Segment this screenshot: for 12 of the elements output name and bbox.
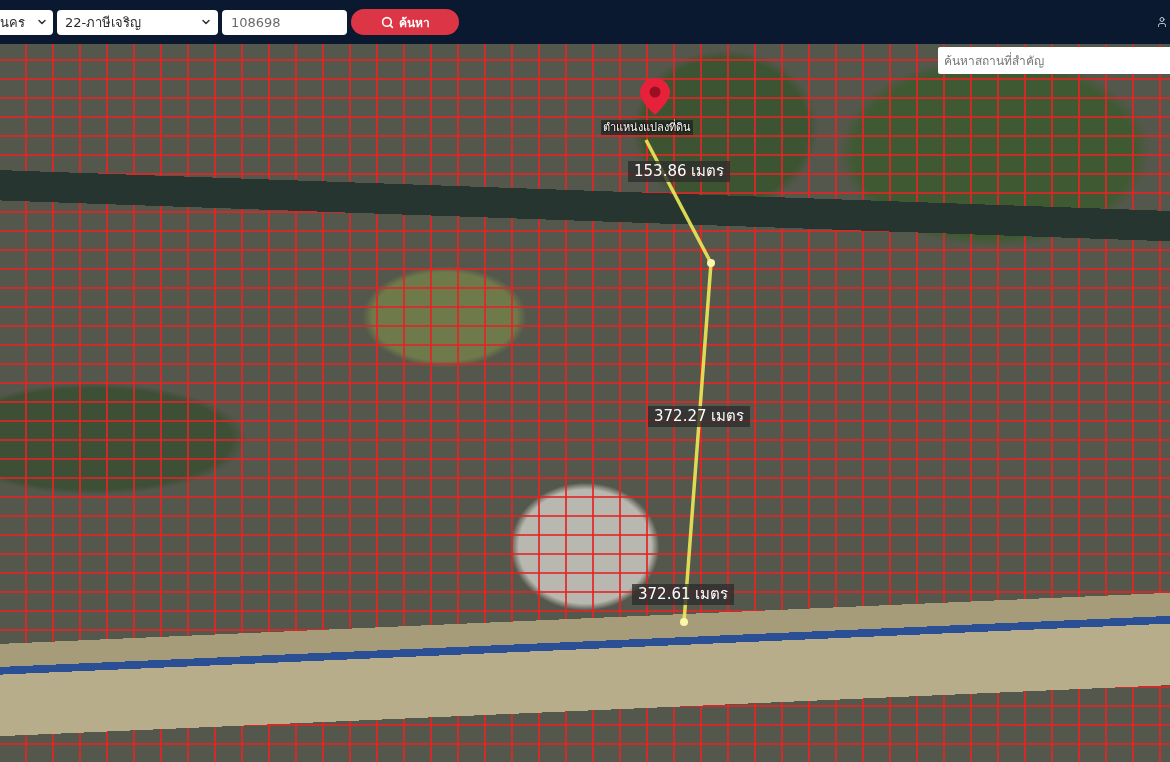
search-icon — [380, 15, 394, 29]
user-icon[interactable] — [1156, 16, 1168, 28]
dropdown-select[interactable]: 22-ภาษีเจริญ — [57, 9, 218, 35]
distance-label: 372.61 เมตร — [632, 584, 735, 605]
marker-label: ตำแหน่งแปลงที่ดิน — [601, 120, 693, 135]
place-search-field[interactable]: ค้นหาสถานที่สำคัญ — [938, 47, 1170, 74]
search-button[interactable]: ค้นหา — [351, 9, 459, 35]
parcel-number-field[interactable]: 108698 — [222, 9, 347, 35]
vertex-icon[interactable] — [707, 259, 715, 267]
distance-label: 153.86 เมตร — [628, 161, 731, 182]
dropdown-select[interactable]: นคร — [0, 9, 53, 35]
distance-label: 372.27 เมตร — [648, 406, 751, 427]
